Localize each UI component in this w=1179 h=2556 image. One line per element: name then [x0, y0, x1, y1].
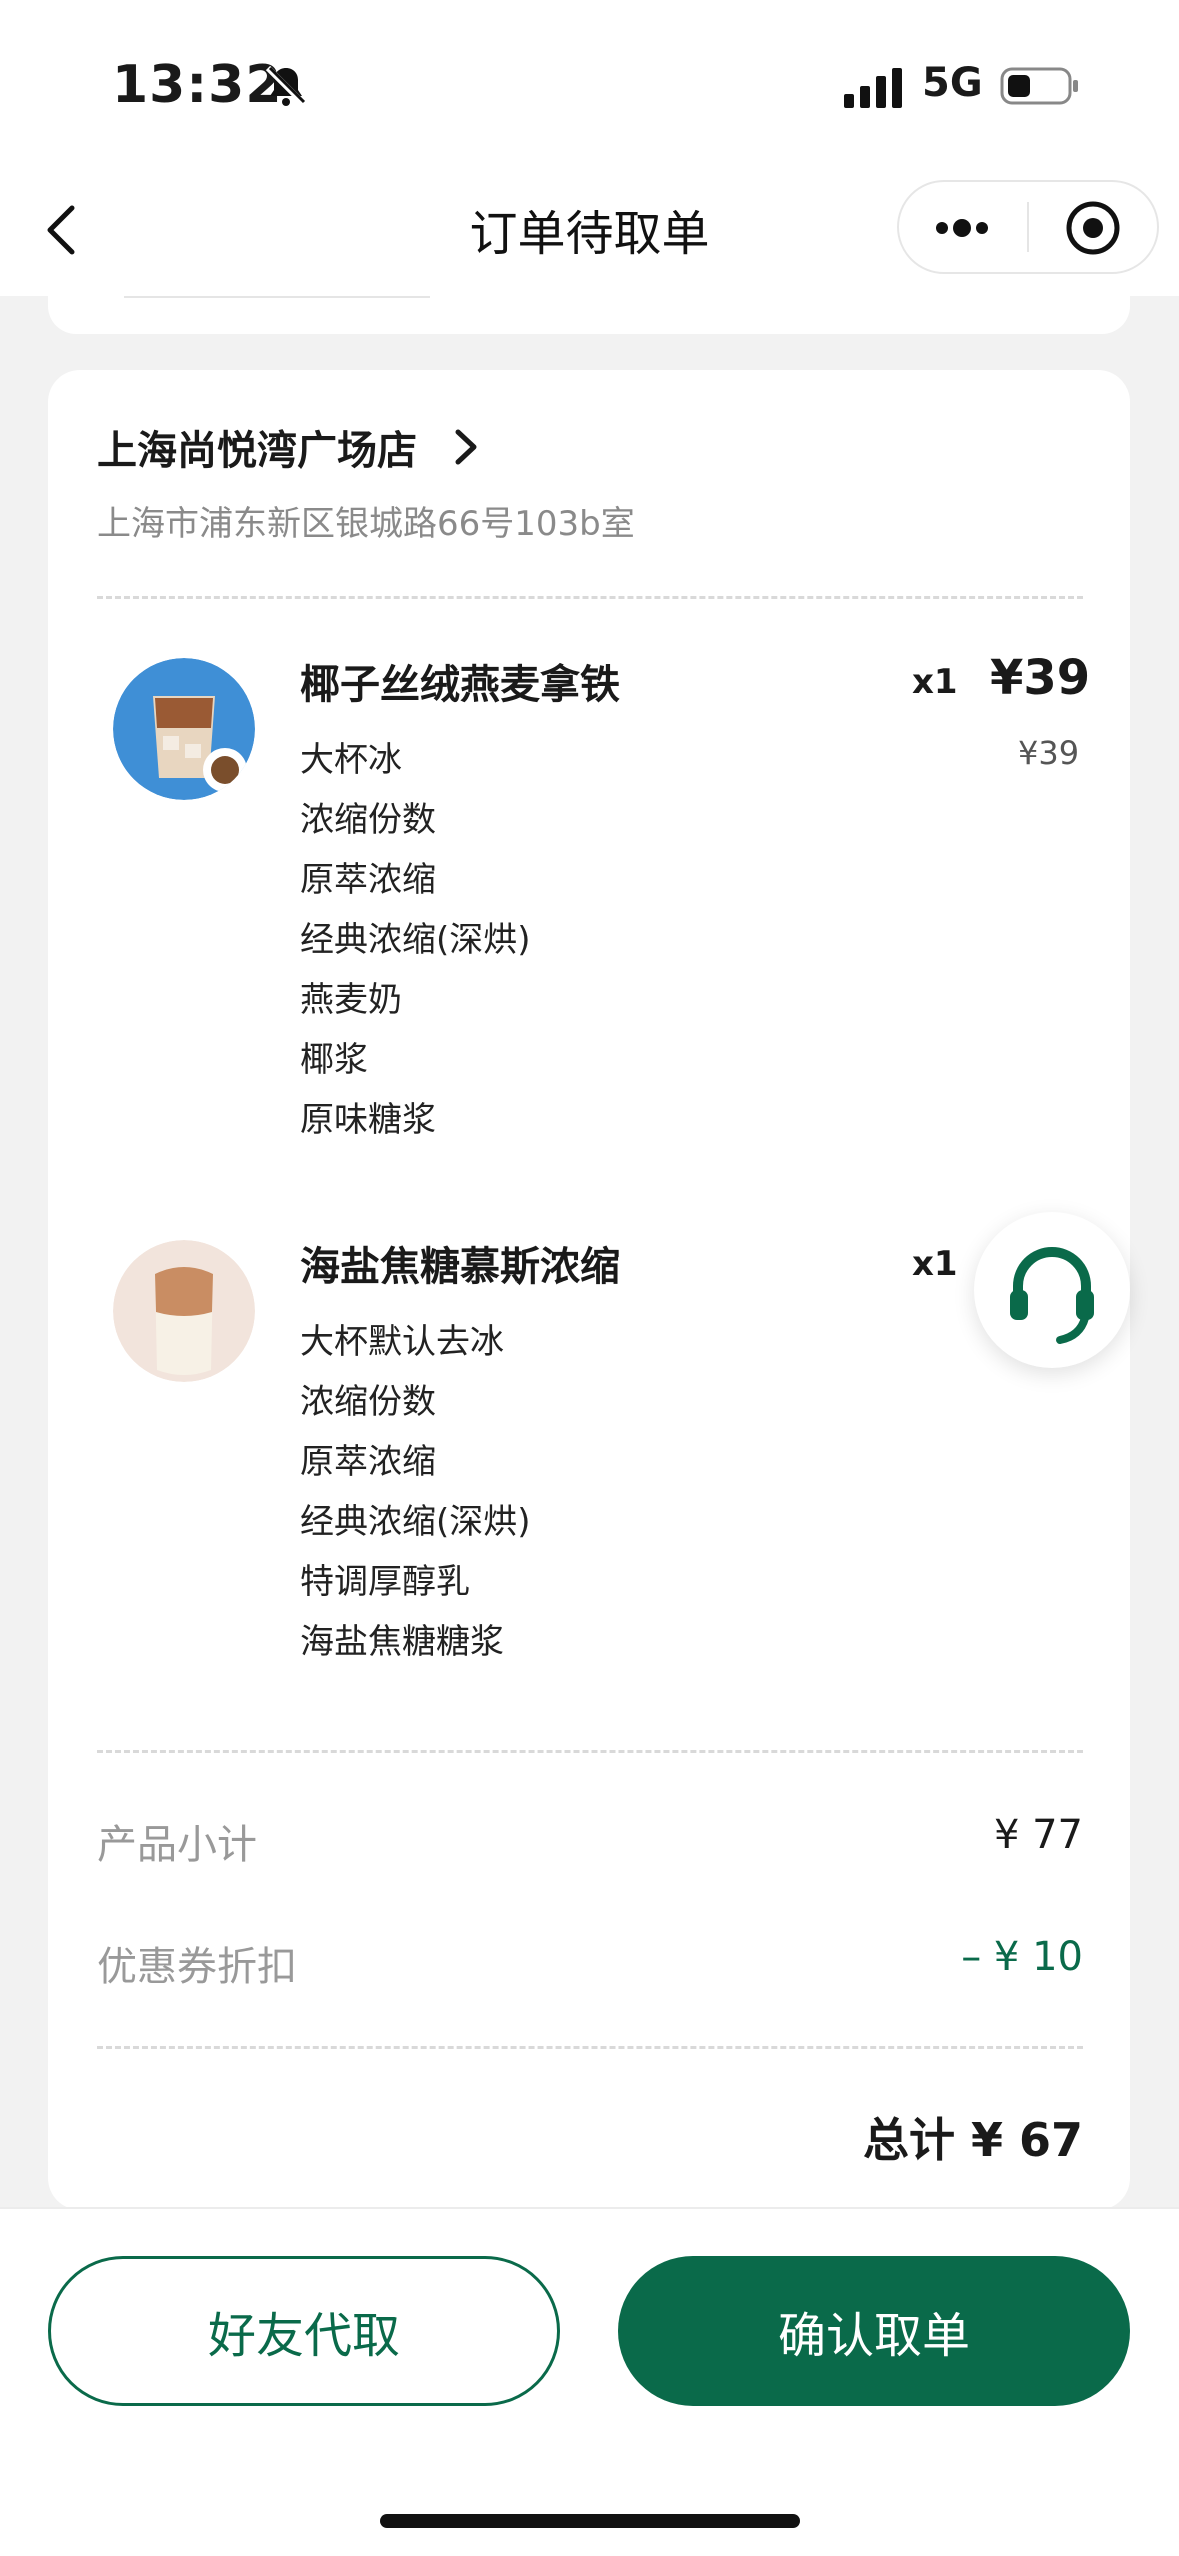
product-option: 经典浓缩(深烘) [300, 1502, 531, 1542]
store-address: 上海市浦东新区银城路66号103b室 [97, 504, 635, 544]
subtotal-value: ¥ 77 [993, 1812, 1083, 1858]
home-indicator[interactable] [380, 2514, 800, 2528]
target-icon[interactable] [1064, 199, 1122, 257]
status-time: 13:32 [112, 55, 283, 115]
product-qty: x1 [912, 662, 958, 702]
customer-service-button[interactable] [974, 1212, 1130, 1368]
product-name: 椰子丝绒燕麦拿铁 [300, 662, 620, 708]
signal-icon [844, 68, 902, 108]
more-icon[interactable] [930, 200, 994, 256]
divider [97, 1750, 1083, 1753]
product-option: 椰浆 [300, 1040, 368, 1080]
headset-icon [1010, 1247, 1094, 1344]
battery-icon [1000, 67, 1078, 105]
chevron-right-icon[interactable] [452, 426, 480, 468]
product-price: ¥39 [990, 650, 1091, 706]
coconut-latte-image [113, 658, 255, 800]
subtotal-label: 产品小计 [97, 1822, 257, 1868]
coupon-value: – ¥ 10 [961, 1934, 1083, 1980]
product-option: 海盐焦糖糖浆 [300, 1622, 504, 1662]
order-total: 总计 ¥ 67 [862, 2113, 1083, 2167]
product-option: 原味糖浆 [300, 1100, 436, 1140]
caramel-mousse-image [113, 1240, 255, 1382]
bell-off-icon [265, 65, 307, 107]
product-option: 燕麦奶 [300, 980, 402, 1020]
product-option: 原萃浓缩 [300, 1442, 436, 1482]
previous-card [48, 296, 1130, 334]
product-option: 大杯冰 [300, 740, 402, 780]
divider [97, 596, 1083, 599]
coupon-label: 优惠券折扣 [97, 1944, 297, 1990]
product-qty: x1 [912, 1244, 958, 1284]
product-option: 原萃浓缩 [300, 860, 436, 900]
product-option: 特调厚醇乳 [300, 1562, 470, 1602]
divider [97, 2046, 1083, 2049]
friend-pickup-label: 好友代取 [207, 2308, 400, 2364]
capsule-divider [1027, 202, 1029, 252]
product-unit-price: ¥39 [1018, 734, 1080, 772]
product-name: 海盐焦糖慕斯浓缩 [300, 1244, 620, 1290]
network-label: 5G [922, 60, 983, 106]
product-option: 经典浓缩(深烘) [300, 920, 531, 960]
product-option: 大杯默认去冰 [300, 1322, 504, 1362]
confirm-pickup-button[interactable]: 确认取单 [618, 2256, 1130, 2406]
product-option: 浓缩份数 [300, 800, 436, 840]
confirm-pickup-label: 确认取单 [777, 2308, 970, 2364]
product-option: 浓缩份数 [300, 1382, 436, 1422]
friend-pickup-button[interactable]: 好友代取 [48, 2256, 560, 2406]
store-name[interactable]: 上海尚悦湾广场店 [97, 418, 417, 476]
